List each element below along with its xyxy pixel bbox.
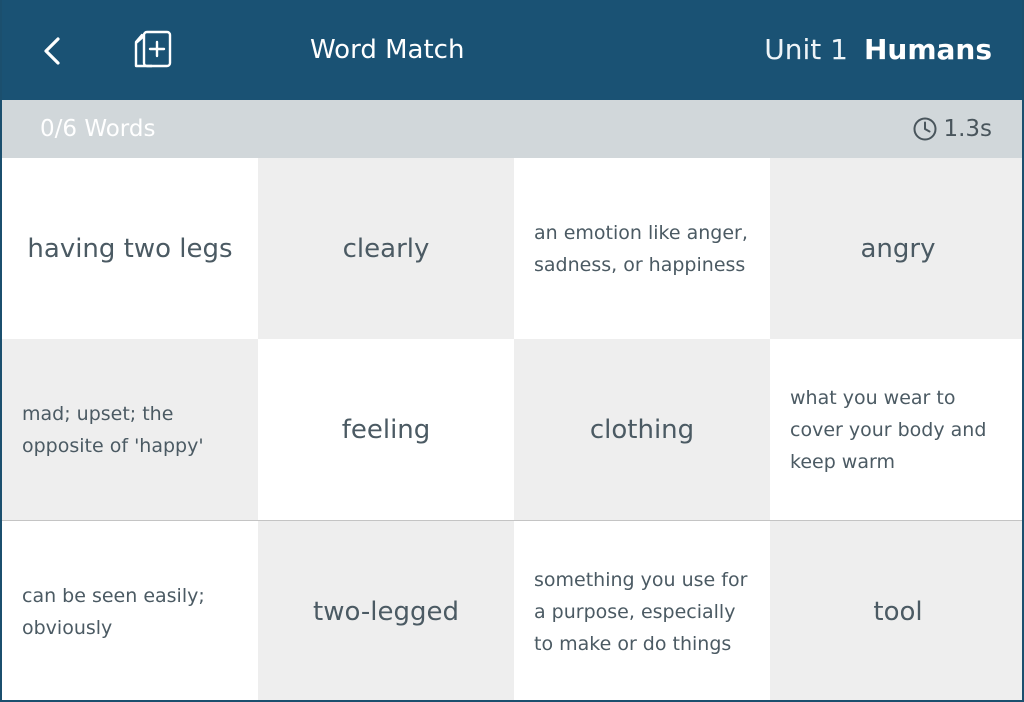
definition-tile[interactable]: an emotion like anger, sadness, or happi… [514, 158, 770, 339]
word-tile[interactable]: feeling [258, 339, 514, 520]
tile-grid: having two legs clearly an emotion like … [2, 158, 1022, 700]
definition-tile[interactable]: can be seen easily; obviously [2, 520, 258, 700]
word-tile[interactable]: tool [770, 520, 1022, 700]
word-tile[interactable]: clothing [514, 339, 770, 520]
clock-icon [912, 116, 938, 142]
word-tile[interactable]: angry [770, 158, 1022, 339]
unit-label: Unit 1 [764, 33, 848, 66]
word-match-screen: Word Match Unit 1 Humans 0/6 Words 1.3s … [0, 0, 1024, 702]
back-arrow-icon[interactable] [32, 28, 72, 74]
add-card-icon[interactable] [130, 26, 176, 72]
definition-tile[interactable]: mad; upset; the opposite of 'happy' [2, 339, 258, 520]
page-title: Word Match [310, 35, 465, 65]
topic-label: Humans [863, 33, 992, 66]
word-tile[interactable]: two-legged [258, 520, 514, 700]
top-bar: Word Match Unit 1 Humans [2, 0, 1022, 100]
word-tile[interactable]: clearly [258, 158, 514, 339]
status-bar: 0/6 Words 1.3s [2, 100, 1022, 158]
definition-tile[interactable]: having two legs [2, 158, 258, 339]
definition-tile[interactable]: what you wear to cover your body and kee… [770, 339, 1022, 520]
timer: 1.3s [943, 116, 992, 142]
progress-counter: 0/6 Words [40, 116, 156, 142]
definition-tile[interactable]: something you use for a purpose, especia… [514, 520, 770, 700]
